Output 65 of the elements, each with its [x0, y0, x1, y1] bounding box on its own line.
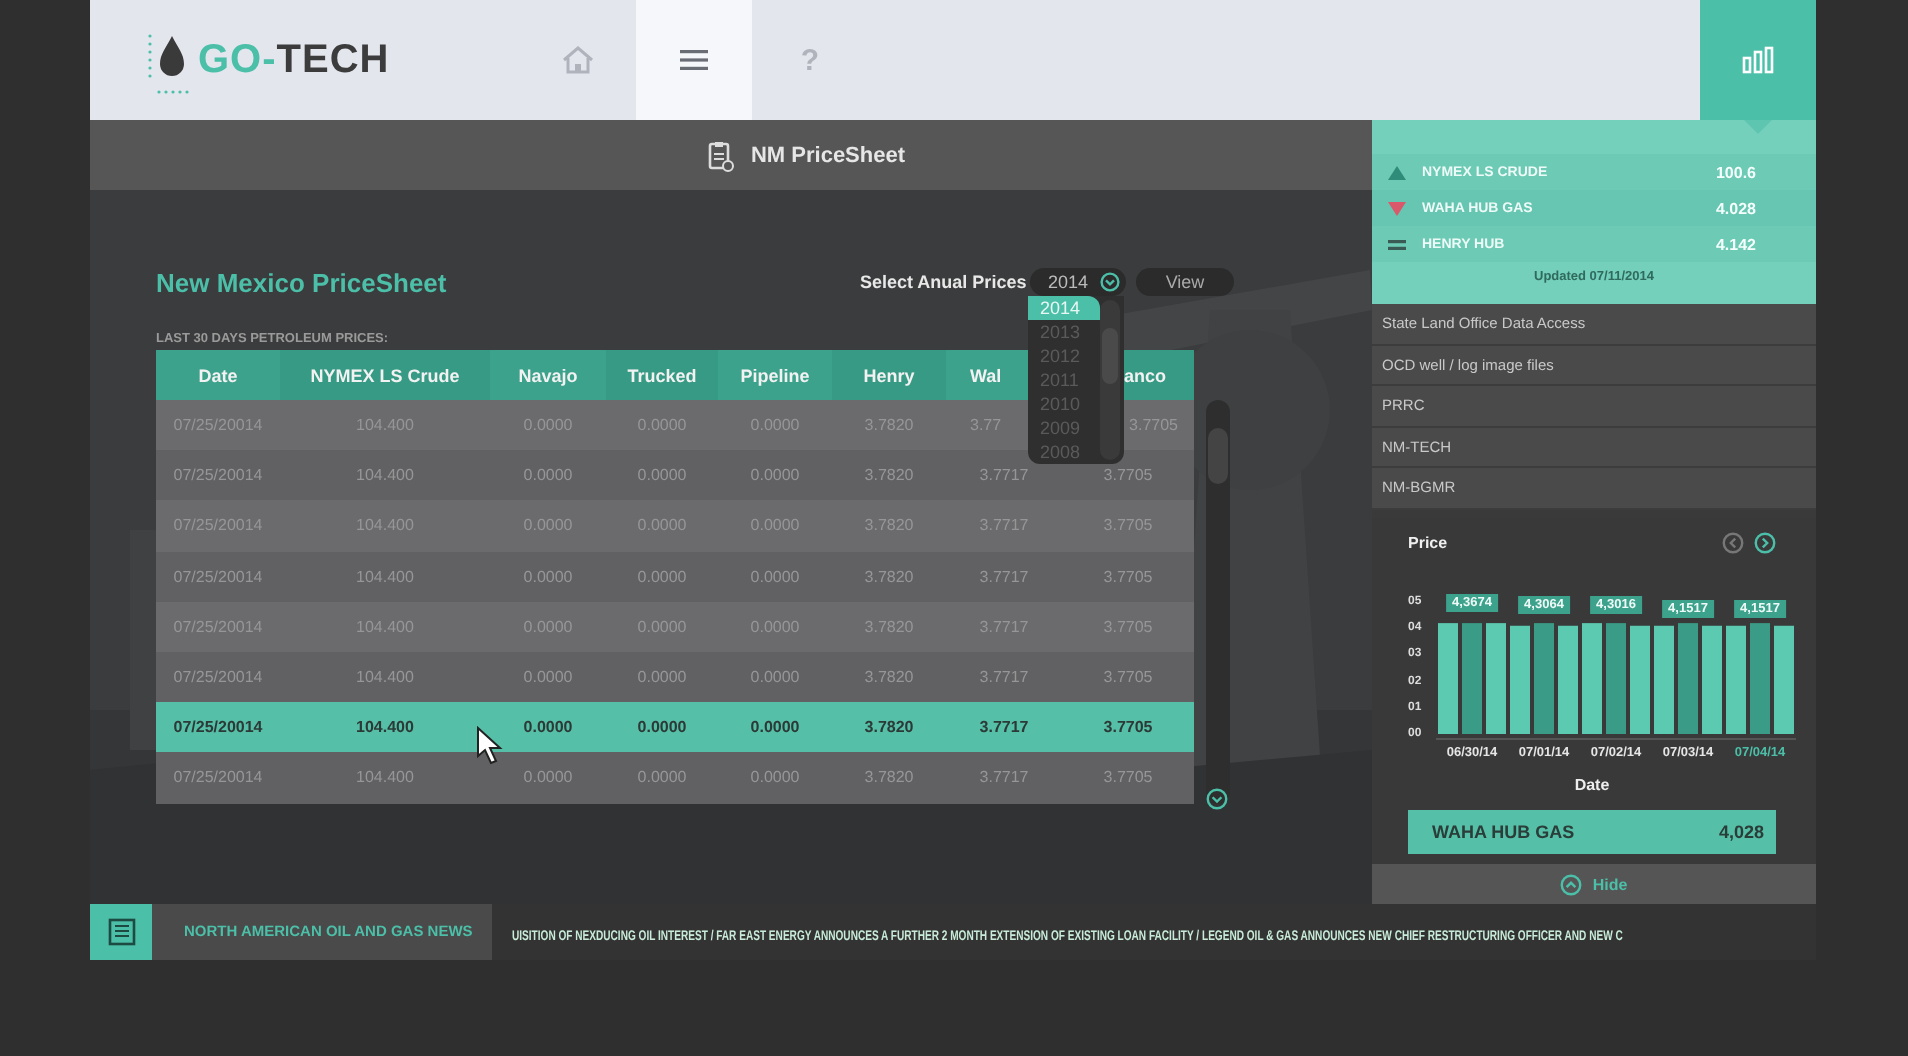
- table-cell: 3.7717: [979, 718, 1029, 737]
- bar: [1534, 623, 1554, 734]
- chart-button[interactable]: [1700, 0, 1816, 120]
- main-title: New Mexico PriceSheet: [156, 267, 449, 297]
- table-scrollbar[interactable]: [1206, 400, 1230, 804]
- bar: [1774, 625, 1794, 734]
- table-row[interactable]: 07/25/20014 104.400 0.0000 0.0000 0.0000 3.7820 3.7717 3.7705: [156, 702, 1194, 753]
- bar: [1510, 625, 1530, 734]
- table-cell: 0.0000: [637, 718, 687, 737]
- bar: [1582, 623, 1602, 734]
- bar: [1678, 623, 1698, 734]
- menu-button[interactable]: [636, 0, 752, 120]
- bar: [1630, 625, 1650, 734]
- view-button[interactable]: View: [1136, 268, 1234, 296]
- table-cell: 0.0000: [523, 718, 573, 737]
- column-header: Pipeline: [718, 350, 832, 400]
- down-triangle-icon: [1388, 201, 1406, 215]
- equal-icon: [1388, 239, 1406, 249]
- year-option[interactable]: 2014: [1028, 296, 1100, 320]
- chart-title: Price: [1408, 533, 1450, 552]
- page-title: NM PriceSheet: [750, 143, 906, 167]
- table-cell: 3.7705: [1103, 718, 1153, 737]
- column-header: Trucked: [606, 350, 718, 400]
- year-select[interactable]: 2014: [1030, 268, 1126, 296]
- table-cell: 07/25/20014: [173, 718, 263, 737]
- column-header: NYMEX LS Crude: [280, 350, 490, 400]
- axis-title: Date: [1572, 775, 1612, 794]
- menu-icon: [680, 50, 708, 70]
- previous-button[interactable]: [1722, 531, 1744, 554]
- table-cell: 3.7820: [864, 718, 914, 737]
- column-header: Henry: [832, 350, 946, 400]
- up-triangle-icon: [1388, 165, 1406, 179]
- select-label: Select Anual Prices: [860, 272, 1029, 292]
- clipboard-icon: [708, 139, 735, 171]
- chevron-down-icon: [1100, 272, 1120, 292]
- logo-text: GO-TECH: [198, 37, 390, 83]
- bar: [1702, 625, 1722, 734]
- bar: [1726, 625, 1746, 734]
- home-icon: [562, 46, 594, 74]
- newspaper-icon: [90, 904, 152, 960]
- readout-value: 4,028: [1718, 821, 1764, 842]
- pointer-icon: [476, 726, 504, 766]
- chevron-up-icon: [1560, 873, 1583, 895]
- quote-value: 4.028: [1715, 199, 1756, 217]
- bar: [1486, 623, 1506, 734]
- scroll-thumb[interactable]: [1102, 328, 1118, 384]
- hide-button[interactable]: Hide: [1372, 864, 1816, 904]
- bar: [1750, 623, 1770, 734]
- dropdown-scrollbar[interactable]: [1100, 300, 1120, 460]
- column-header: Navajo: [490, 350, 606, 400]
- bar: [1462, 623, 1482, 734]
- quote-value: 100.6: [1715, 163, 1756, 181]
- table-cell: 0.0000: [750, 718, 800, 737]
- column-header: Date: [156, 350, 280, 400]
- chevron-down-icon[interactable]: [1206, 788, 1228, 810]
- quote-value: 4.142: [1715, 235, 1756, 253]
- bar: [1558, 625, 1578, 734]
- bar-chart-icon: [1742, 46, 1774, 74]
- bar: [1606, 623, 1626, 734]
- table-cell: 104.400: [356, 718, 414, 737]
- readout-name: WAHA HUB GAS: [1432, 821, 1575, 842]
- bar: [1438, 623, 1458, 734]
- help-button[interactable]: ?: [752, 0, 868, 120]
- bar: [1654, 625, 1674, 734]
- next-button[interactable]: [1754, 531, 1776, 554]
